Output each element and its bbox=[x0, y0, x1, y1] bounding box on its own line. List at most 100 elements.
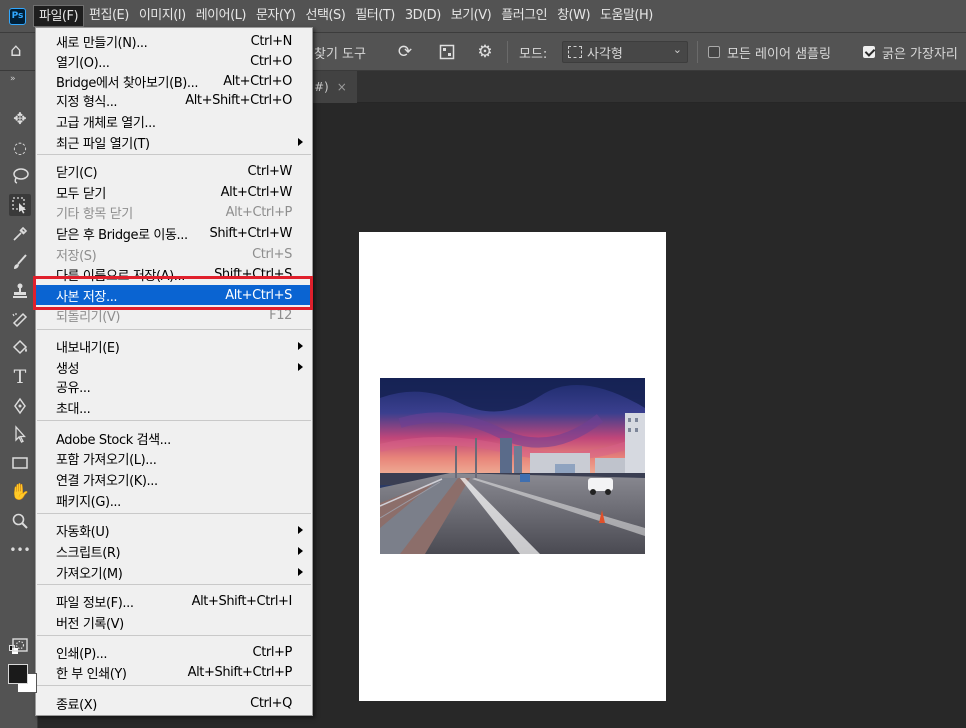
file-menu-item[interactable]: 고급 개체로 열기... bbox=[36, 111, 312, 131]
file-menu-item[interactable]: Adobe Stock 검색... bbox=[36, 428, 312, 448]
paint-bucket-icon[interactable] bbox=[9, 337, 31, 359]
document-tab[interactable]: #) × bbox=[312, 71, 357, 103]
menu-6[interactable]: 필터(T) bbox=[350, 5, 400, 27]
file-menu-item[interactable]: 스크립트(R) bbox=[36, 541, 312, 561]
file-menu-item-label: Bridge에서 찾아보기(B)... bbox=[56, 75, 199, 91]
elliptical-marquee-icon[interactable]: ◌ bbox=[9, 137, 31, 159]
menu-3[interactable]: 레이어(L) bbox=[191, 5, 251, 27]
file-menu-item[interactable]: 새로 만들기(N)... Ctrl+N bbox=[36, 31, 312, 51]
sample-size-icon[interactable] bbox=[437, 42, 457, 62]
type-tool-icon[interactable]: T bbox=[9, 366, 31, 388]
menu-1[interactable]: 편집(E) bbox=[84, 5, 134, 27]
eyedropper-icon[interactable] bbox=[9, 223, 31, 245]
clone-stamp-icon[interactable] bbox=[9, 280, 31, 302]
submenu-arrow-icon bbox=[298, 363, 303, 371]
submenu-arrow-icon bbox=[298, 526, 303, 534]
file-menu-item[interactable]: 닫기(C) Ctrl+W bbox=[36, 161, 312, 181]
file-menu-item-shortcut: Alt+Shift+Ctrl+O bbox=[185, 92, 292, 108]
file-menu-item[interactable]: 종료(X) Ctrl+Q bbox=[36, 693, 312, 713]
file-menu-item-shortcut: Alt+Ctrl+W bbox=[220, 184, 293, 200]
file-menu-item[interactable]: Bridge에서 찾아보기(B)... Alt+Ctrl+O bbox=[36, 71, 312, 91]
hard-edge-checkbox[interactable]: 굵은 가장자리 bbox=[863, 33, 958, 71]
file-menu-item[interactable]: 포함 가져오기(L)... bbox=[36, 448, 312, 468]
file-menu-item[interactable]: 패키지(G)... bbox=[36, 490, 312, 510]
menu-separator bbox=[37, 154, 311, 155]
file-menu-item-shortcut: Ctrl+Q bbox=[250, 695, 292, 711]
menu-5[interactable]: 선택(S) bbox=[300, 5, 350, 27]
file-menu-item[interactable]: 내보내기(E) bbox=[36, 336, 312, 356]
hand-tool-icon[interactable]: ✋ bbox=[9, 481, 31, 503]
pen-tool-icon[interactable] bbox=[9, 395, 31, 417]
sample-all-layers-checkbox[interactable]: 모든 레이어 샘플링 bbox=[708, 33, 831, 71]
menu-separator bbox=[37, 513, 311, 514]
submenu-arrow-icon bbox=[298, 547, 303, 555]
file-menu-item[interactable]: 생성 bbox=[36, 357, 312, 377]
menu-2[interactable]: 이미지(I) bbox=[134, 5, 191, 27]
more-tools-icon[interactable]: ••• bbox=[9, 539, 31, 561]
file-menu-item-shortcut: Shift+Ctrl+W bbox=[209, 225, 292, 241]
magic-eraser-icon[interactable] bbox=[9, 309, 31, 331]
menu-0[interactable]: 파일(F) bbox=[33, 5, 85, 27]
rectangle-mode-icon bbox=[568, 46, 582, 58]
brush-icon[interactable] bbox=[9, 251, 31, 273]
file-menu-item[interactable]: 다른 이름으로 저장(A)... Shift+Ctrl+S bbox=[36, 264, 312, 284]
file-menu-item-label: 고급 개체로 열기... bbox=[56, 115, 156, 131]
collapse-panel-icon[interactable]: » bbox=[10, 74, 15, 84]
chevron-down-icon: ⌄ bbox=[672, 43, 682, 56]
file-menu-item-shortcut: Shift+Ctrl+S bbox=[214, 266, 292, 282]
checkbox-checked-icon bbox=[863, 46, 875, 58]
quick-mask-icon[interactable] bbox=[9, 634, 31, 656]
file-menu-item[interactable]: 열기(O)... Ctrl+O bbox=[36, 51, 312, 71]
file-menu-item-shortcut: Ctrl+W bbox=[247, 163, 293, 179]
path-selection-icon[interactable] bbox=[9, 423, 31, 445]
menu-8[interactable]: 보기(V) bbox=[446, 5, 496, 27]
file-menu-item-shortcut: Alt+Shift+Ctrl+P bbox=[187, 664, 293, 680]
file-menu-item-label: 인쇄(P)... bbox=[56, 646, 108, 662]
document-tab-title: #) bbox=[314, 80, 329, 94]
street-sunset-photo bbox=[380, 378, 645, 554]
file-menu-item[interactable]: 닫은 후 Bridge로 이동... Shift+Ctrl+W bbox=[36, 223, 312, 243]
file-menu-item-label: 사본 저장... bbox=[56, 289, 118, 305]
file-menu-item-label: 종료(X) bbox=[56, 697, 97, 713]
file-menu-item[interactable]: 공유... bbox=[36, 376, 312, 396]
file-menu-item[interactable]: 인쇄(P)... Ctrl+P bbox=[36, 642, 312, 662]
file-menu-item-label: 가져오기(M) bbox=[56, 566, 123, 582]
rectangle-tool-icon[interactable] bbox=[9, 452, 31, 474]
menu-9[interactable]: 플러그인 bbox=[496, 5, 552, 27]
menu-4[interactable]: 문자(Y) bbox=[251, 5, 301, 27]
move-tool-icon[interactable]: ✥ bbox=[9, 108, 31, 130]
file-menu-item[interactable]: 연결 가져오기(K)... bbox=[36, 469, 312, 489]
close-icon[interactable]: × bbox=[337, 80, 347, 94]
file-menu-item[interactable]: 모두 닫기 Alt+Ctrl+W bbox=[36, 182, 312, 202]
file-menu-item-label: 포함 가져오기(L)... bbox=[56, 452, 157, 468]
file-menu-item[interactable]: 버전 기록(V) bbox=[36, 612, 312, 632]
file-menu-item-label: 기타 항목 닫기 bbox=[56, 206, 133, 222]
file-menu-item[interactable]: 가져오기(M) bbox=[36, 562, 312, 582]
home-icon[interactable]: ⌂ bbox=[10, 41, 30, 61]
file-menu-item[interactable]: 파일 정보(F)... Alt+Shift+Ctrl+I bbox=[36, 591, 312, 611]
file-menu-dropdown: 새로 만들기(N)... Ctrl+N 열기(O)... Ctrl+O Bridge에서… bbox=[35, 27, 313, 716]
mode-select[interactable]: 사각형 ⌄ bbox=[562, 41, 688, 63]
file-menu-item[interactable]: 최근 파일 열기(T) bbox=[36, 132, 312, 152]
zoom-tool-icon[interactable] bbox=[9, 510, 31, 532]
file-menu-item[interactable]: 한 부 인쇄(Y) Alt+Shift+Ctrl+P bbox=[36, 662, 312, 682]
foreground-color-swatch[interactable] bbox=[8, 664, 28, 684]
lasso-icon[interactable] bbox=[9, 165, 31, 187]
menu-10[interactable]: 창(W) bbox=[552, 5, 595, 27]
file-menu-item: 되돌리기(V) F12 bbox=[36, 305, 312, 325]
refresh-icon[interactable]: ⟳ bbox=[395, 42, 415, 62]
object-selection-icon[interactable] bbox=[9, 194, 31, 216]
file-menu-item-shortcut: Alt+Ctrl+O bbox=[223, 73, 292, 89]
file-menu-item[interactable]: 지정 형식... Alt+Shift+Ctrl+O bbox=[36, 90, 312, 110]
menu-11[interactable]: 도움말(H) bbox=[595, 5, 658, 27]
submenu-arrow-icon bbox=[298, 568, 303, 576]
file-menu-item-shortcut: Alt+Ctrl+S bbox=[225, 287, 292, 303]
file-menu-item[interactable]: 초대... bbox=[36, 397, 312, 417]
file-menu-item[interactable]: 자동화(U) bbox=[36, 520, 312, 540]
menu-7[interactable]: 3D(D) bbox=[400, 5, 446, 27]
file-menu-item-label: 한 부 인쇄(Y) bbox=[56, 666, 127, 682]
document-canvas bbox=[359, 232, 666, 701]
gear-icon[interactable]: ⚙ bbox=[475, 42, 495, 62]
file-menu-item[interactable]: 사본 저장... Alt+Ctrl+S bbox=[36, 285, 312, 305]
sample-all-layers-label: 모든 레이어 샘플링 bbox=[727, 46, 831, 62]
